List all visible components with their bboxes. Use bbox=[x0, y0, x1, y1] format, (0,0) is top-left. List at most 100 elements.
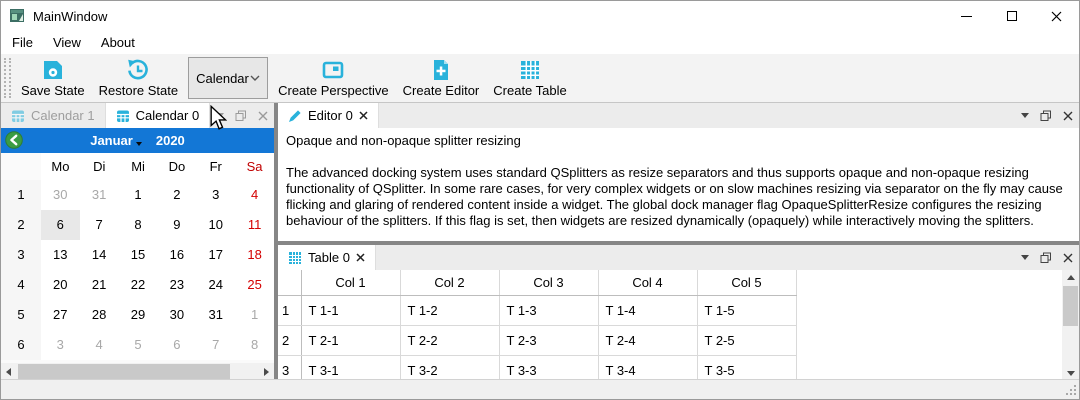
day-cell-selected[interactable]: 6 bbox=[41, 210, 80, 240]
day-cell[interactable]: 11 bbox=[235, 210, 274, 240]
row-header[interactable]: 3 bbox=[278, 355, 301, 380]
scroll-down-icon[interactable] bbox=[1067, 371, 1075, 376]
size-grip[interactable] bbox=[1074, 385, 1076, 387]
day-cell[interactable]: 27 bbox=[41, 300, 80, 330]
close-dock-icon[interactable] bbox=[1063, 253, 1073, 263]
day-cell[interactable]: 29 bbox=[119, 300, 158, 330]
day-cell[interactable]: 28 bbox=[80, 300, 119, 330]
day-cell[interactable]: 4 bbox=[235, 180, 274, 210]
close-dock-icon[interactable] bbox=[258, 111, 268, 121]
day-cell[interactable]: 21 bbox=[80, 270, 119, 300]
day-cell[interactable]: 25 bbox=[235, 270, 274, 300]
tab-calendar-0[interactable]: Calendar 0 bbox=[106, 103, 211, 128]
table-cell[interactable]: T 3-3 bbox=[499, 355, 598, 380]
table-cell[interactable]: T 1-3 bbox=[499, 295, 598, 325]
column-header[interactable]: Col 5 bbox=[697, 270, 796, 295]
table-cell[interactable]: T 3-2 bbox=[400, 355, 499, 380]
tabs-menu-icon[interactable] bbox=[1021, 255, 1029, 260]
create-table-button[interactable]: Create Table bbox=[486, 56, 573, 100]
day-cell[interactable]: 5 bbox=[119, 330, 158, 360]
previous-month-button[interactable] bbox=[5, 131, 23, 149]
column-header[interactable]: Col 4 bbox=[598, 270, 697, 295]
table-cell[interactable]: T 1-5 bbox=[697, 295, 796, 325]
scrollbar-thumb[interactable] bbox=[18, 364, 230, 379]
table-cell[interactable]: T 2-4 bbox=[598, 325, 697, 355]
day-cell[interactable]: 30 bbox=[157, 300, 196, 330]
save-state-button[interactable]: Save State bbox=[14, 56, 92, 100]
corner-header[interactable] bbox=[278, 270, 301, 295]
close-button[interactable] bbox=[1034, 1, 1079, 31]
day-cell[interactable]: 3 bbox=[196, 180, 235, 210]
day-cell[interactable]: 7 bbox=[80, 210, 119, 240]
table-cell[interactable]: T 3-1 bbox=[301, 355, 400, 380]
row-header[interactable]: 1 bbox=[278, 295, 301, 325]
tab-editor-0[interactable]: Editor 0 bbox=[278, 103, 379, 128]
toolbar-drag-handle[interactable] bbox=[4, 58, 11, 98]
table-cell[interactable]: T 1-4 bbox=[598, 295, 697, 325]
day-cell[interactable]: 6 bbox=[157, 330, 196, 360]
day-cell[interactable]: 31 bbox=[196, 300, 235, 330]
editor-text-area[interactable]: Opaque and non-opaque splitter resizing … bbox=[278, 128, 1079, 234]
table-cell[interactable]: T 1-1 bbox=[301, 295, 400, 325]
day-cell[interactable]: 16 bbox=[157, 240, 196, 270]
table-cell[interactable]: T 3-4 bbox=[598, 355, 697, 380]
day-cell[interactable]: 15 bbox=[119, 240, 158, 270]
float-dock-icon[interactable] bbox=[1040, 252, 1052, 264]
day-cell[interactable]: 17 bbox=[196, 240, 235, 270]
day-cell[interactable]: 30 bbox=[41, 180, 80, 210]
table-cell[interactable]: T 2-5 bbox=[697, 325, 796, 355]
table-cell[interactable]: T 2-3 bbox=[499, 325, 598, 355]
row-header[interactable]: 2 bbox=[278, 325, 301, 355]
day-cell[interactable]: 24 bbox=[196, 270, 235, 300]
perspective-combobox[interactable]: Calendar bbox=[188, 57, 268, 99]
year-button[interactable]: 2020 bbox=[156, 133, 185, 148]
column-header[interactable]: Col 2 bbox=[400, 270, 499, 295]
column-header[interactable]: Col 1 bbox=[301, 270, 400, 295]
close-dock-icon[interactable] bbox=[1063, 111, 1073, 121]
scroll-up-icon[interactable] bbox=[1067, 275, 1075, 280]
create-editor-button[interactable]: Create Editor bbox=[396, 56, 487, 100]
menu-view[interactable]: View bbox=[43, 32, 91, 53]
day-cell[interactable]: 7 bbox=[196, 330, 235, 360]
day-cell[interactable]: 8 bbox=[119, 210, 158, 240]
menu-about[interactable]: About bbox=[91, 32, 145, 53]
day-cell[interactable]: 1 bbox=[119, 180, 158, 210]
table-vertical-scrollbar[interactable] bbox=[1062, 270, 1079, 380]
day-cell[interactable]: 31 bbox=[80, 180, 119, 210]
maximize-button[interactable] bbox=[989, 1, 1034, 31]
day-cell[interactable]: 10 bbox=[196, 210, 235, 240]
tabs-menu-icon[interactable] bbox=[1021, 113, 1029, 118]
menu-file[interactable]: File bbox=[2, 32, 43, 53]
day-cell[interactable]: 9 bbox=[157, 210, 196, 240]
float-dock-icon[interactable] bbox=[1040, 110, 1052, 122]
close-tab-icon[interactable] bbox=[356, 253, 365, 262]
day-cell[interactable]: 4 bbox=[80, 330, 119, 360]
tab-calendar-1[interactable]: Calendar 1 bbox=[1, 103, 106, 128]
restore-state-button[interactable]: Restore State bbox=[92, 56, 186, 100]
day-cell[interactable]: 3 bbox=[41, 330, 80, 360]
day-cell[interactable]: 2 bbox=[157, 180, 196, 210]
day-cell[interactable]: 23 bbox=[157, 270, 196, 300]
day-cell[interactable]: 8 bbox=[235, 330, 274, 360]
day-cell[interactable]: 14 bbox=[80, 240, 119, 270]
day-cell[interactable]: 20 bbox=[41, 270, 80, 300]
day-cell[interactable]: 1 bbox=[235, 300, 274, 330]
scroll-left-icon[interactable] bbox=[6, 368, 11, 376]
tab-table-0[interactable]: Table 0 bbox=[278, 245, 376, 270]
scroll-right-icon[interactable] bbox=[264, 368, 269, 376]
column-header[interactable]: Col 3 bbox=[499, 270, 598, 295]
calendar-horizontal-scrollbar[interactable] bbox=[1, 363, 274, 380]
table-cell[interactable]: T 2-1 bbox=[301, 325, 400, 355]
day-cell[interactable]: 22 bbox=[119, 270, 158, 300]
day-cell[interactable]: 18 bbox=[235, 240, 274, 270]
create-perspective-button[interactable]: Create Perspective bbox=[271, 56, 396, 100]
table-cell[interactable]: T 2-2 bbox=[400, 325, 499, 355]
day-cell[interactable]: 13 bbox=[41, 240, 80, 270]
close-tab-icon[interactable] bbox=[359, 111, 368, 120]
month-button[interactable]: Januar bbox=[90, 133, 142, 148]
float-dock-icon[interactable] bbox=[235, 110, 247, 122]
scrollbar-thumb[interactable] bbox=[1063, 286, 1078, 326]
table-cell[interactable]: T 1-2 bbox=[400, 295, 499, 325]
minimize-button[interactable] bbox=[944, 1, 989, 31]
table-cell[interactable]: T 3-5 bbox=[697, 355, 796, 380]
